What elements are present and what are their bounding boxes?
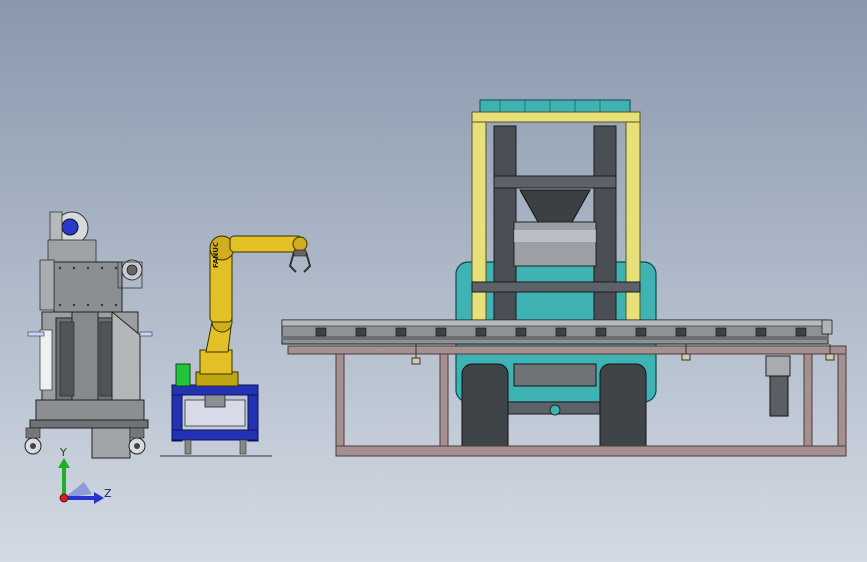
gantry-press (455, 99, 657, 457)
blower-motor-icon (61, 218, 79, 236)
side-motor-icon (126, 264, 138, 276)
controller-box-icon (175, 363, 191, 387)
press-center-pin-icon (549, 404, 561, 416)
dosing-machine (24, 211, 153, 459)
cad-assembly-viewport[interactable]: FANUC Y Z (0, 0, 867, 562)
gripper-icon (293, 249, 307, 257)
axis-y-label: Y (59, 446, 67, 459)
robot-brand-label: FANUC (212, 242, 220, 268)
axis-z-label: Z (104, 487, 112, 500)
pneumatic-cylinder-icon (769, 375, 789, 417)
